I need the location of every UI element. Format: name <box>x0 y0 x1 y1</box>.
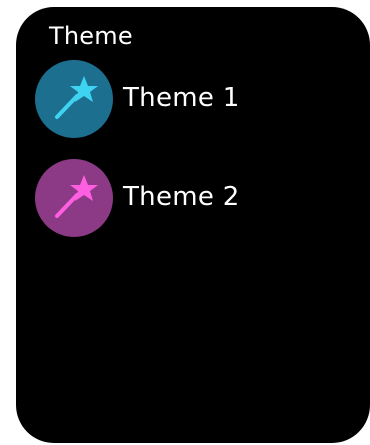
theme-list-item-1[interactable]: Theme 1 <box>35 60 355 140</box>
magic-wand-icon <box>55 76 98 119</box>
page-title: Theme <box>49 22 133 50</box>
magic-wand-icon <box>55 175 98 218</box>
watch-screen: Theme Theme 1 Theme 2 <box>16 7 370 443</box>
theme-2-icon-circle <box>35 159 113 237</box>
theme-1-icon-circle <box>35 60 113 138</box>
theme-1-label: Theme 1 <box>123 83 240 113</box>
theme-list-item-2[interactable]: Theme 2 <box>35 159 355 239</box>
theme-2-label: Theme 2 <box>123 182 240 212</box>
